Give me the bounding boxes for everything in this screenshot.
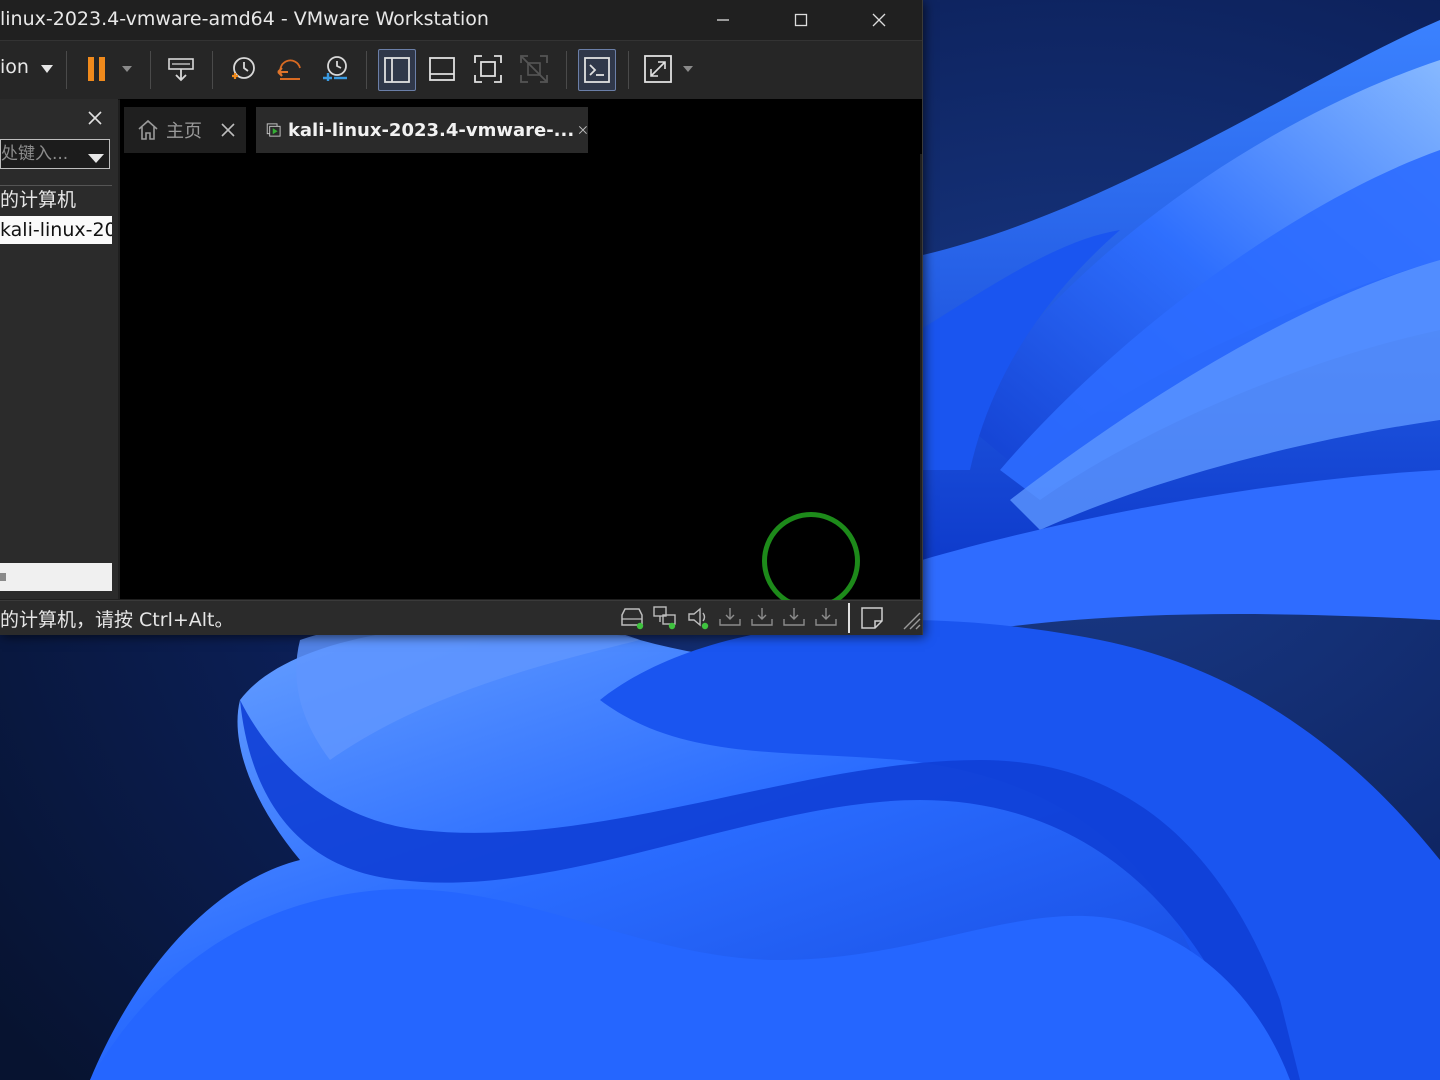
vm-menu-dropdown[interactable] xyxy=(36,49,58,89)
toolbar-separator xyxy=(366,51,367,89)
snapshot-manager-icon xyxy=(323,56,347,81)
power-dropdown[interactable] xyxy=(116,49,138,89)
unity-button[interactable] xyxy=(516,49,552,89)
stretch-guest-button[interactable] xyxy=(640,49,676,89)
vm-running-icon xyxy=(266,123,281,137)
usb-device-icon xyxy=(751,608,773,626)
show-thumbnail-bar-button[interactable] xyxy=(424,49,460,89)
fullscreen-icon xyxy=(474,55,502,83)
revert-snapshot-button[interactable] xyxy=(270,49,308,89)
console-view-icon xyxy=(584,57,610,83)
show-library-button[interactable] xyxy=(378,49,416,91)
caret-down-icon xyxy=(88,154,104,163)
tab-home-label: 主页 xyxy=(166,121,202,142)
close-icon[interactable] xyxy=(220,122,236,138)
vm-menu[interactable]: ion xyxy=(0,56,29,78)
unity-icon xyxy=(520,55,548,83)
tree-item-kali-vm[interactable]: kali-linux-2023.4-vmware-amd64 xyxy=(0,216,112,244)
toolbar-separator xyxy=(212,51,213,89)
fullscreen-button[interactable] xyxy=(470,49,506,89)
send-ctrl-alt-del-button[interactable] xyxy=(162,49,200,89)
library-sidebar: 的计算机 kali-linux-2023.4-vmware-amd64 xyxy=(0,99,118,599)
minimize-button[interactable] xyxy=(684,0,762,40)
usb-device-status[interactable] xyxy=(716,605,744,631)
resize-grip-icon xyxy=(903,612,921,630)
library-search-input[interactable] xyxy=(1,140,87,168)
snapshot-icon xyxy=(232,57,255,79)
take-snapshot-button[interactable] xyxy=(224,49,262,89)
usb-device-status[interactable] xyxy=(748,605,776,631)
tab-kali-vm[interactable]: kali-linux-2023.4-vmware-... xyxy=(256,107,588,153)
message-log-icon xyxy=(861,607,883,629)
usb-device-icon xyxy=(815,608,837,626)
show-library-icon xyxy=(384,57,410,83)
status-message: 的计算机，请按 Ctrl+Alt。 xyxy=(0,609,234,631)
tree-item-my-computer[interactable]: 的计算机 xyxy=(0,186,112,214)
library-search-field xyxy=(0,139,110,169)
scrollbar-thumb[interactable] xyxy=(0,573,6,581)
search-dropdown-button[interactable] xyxy=(87,149,105,168)
minimize-icon xyxy=(717,19,729,21)
resize-grip[interactable] xyxy=(894,605,922,631)
home-icon xyxy=(138,119,158,140)
library-horizontal-scrollbar[interactable] xyxy=(0,563,112,591)
close-button[interactable] xyxy=(840,0,918,40)
snapshot-manager-button[interactable] xyxy=(316,49,354,89)
pause-button[interactable] xyxy=(82,49,112,89)
window-title: linux-2023.4-vmware-amd64 - VMware Works… xyxy=(0,8,489,30)
revert-snapshot-icon xyxy=(277,59,301,80)
vmware-window: linux-2023.4-vmware-amd64 - VMware Works… xyxy=(0,0,923,635)
caret-down-icon xyxy=(122,66,132,72)
status-bar: 的计算机，请按 Ctrl+Alt。 xyxy=(0,600,922,635)
click-highlight-ring xyxy=(762,512,860,610)
toolbar-separator xyxy=(628,51,629,89)
hard-disk-status[interactable] xyxy=(618,605,646,631)
show-thumbnail-bar-icon xyxy=(429,57,455,81)
status-separator xyxy=(848,603,850,633)
tab-home[interactable]: 主页 xyxy=(124,107,246,153)
usb-device-status[interactable] xyxy=(812,605,840,631)
network-adapter-icon xyxy=(653,606,676,630)
close-icon xyxy=(872,13,886,27)
toolbar-separator xyxy=(150,51,151,89)
maximize-icon xyxy=(794,13,808,27)
toolbar-separator xyxy=(66,51,67,89)
caret-down-icon xyxy=(683,66,693,72)
network-adapter-status[interactable] xyxy=(652,605,680,631)
message-log-button[interactable] xyxy=(858,605,886,631)
close-icon xyxy=(88,111,102,125)
maximize-button[interactable] xyxy=(762,0,840,40)
hard-disk-icon xyxy=(621,608,644,630)
caret-down-icon xyxy=(41,65,53,73)
sound-card-icon xyxy=(688,607,709,630)
usb-device-icon xyxy=(719,608,741,626)
sound-card-status[interactable] xyxy=(686,605,714,631)
title-bar[interactable]: linux-2023.4-vmware-amd64 - VMware Works… xyxy=(0,0,922,40)
tab-kali-vm-label: kali-linux-2023.4-vmware-... xyxy=(287,119,575,141)
stretch-guest-icon xyxy=(644,55,672,83)
tab-bar: 主页 kali-linux-2023.4-vmware-... xyxy=(120,99,922,154)
stretch-dropdown[interactable] xyxy=(678,49,698,89)
library-tree: 的计算机 kali-linux-2023.4-vmware-amd64 xyxy=(0,185,112,578)
toolbar-separator xyxy=(566,51,567,89)
close-icon[interactable] xyxy=(578,122,588,138)
toolbar: ion xyxy=(0,40,922,100)
send-ctrl-alt-del-icon xyxy=(168,58,194,82)
usb-device-icon xyxy=(783,608,805,626)
library-close-button[interactable] xyxy=(86,109,104,127)
console-view-button[interactable] xyxy=(578,49,616,91)
usb-device-status[interactable] xyxy=(780,605,808,631)
pause-icon xyxy=(88,57,105,81)
